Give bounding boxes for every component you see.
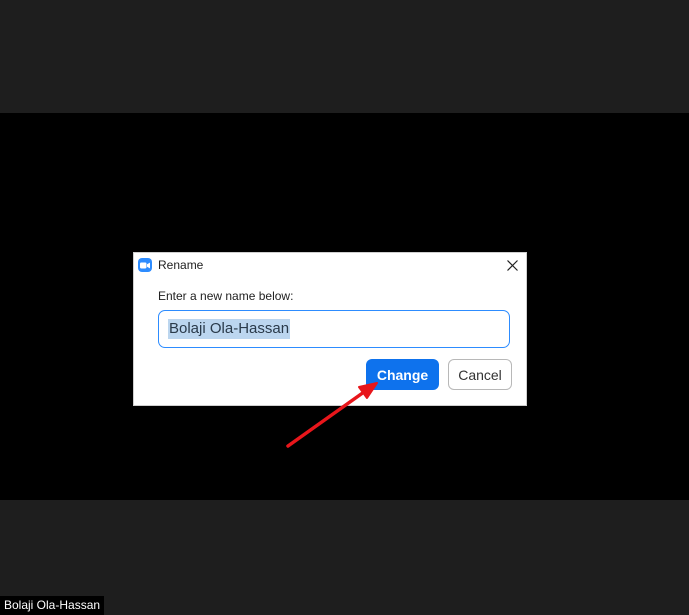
close-icon [506, 259, 518, 271]
name-input-value: Bolaji Ola-Hassan [168, 319, 291, 339]
dialog-titlebar: Rename [134, 253, 526, 277]
rename-prompt-label: Enter a new name below: [158, 289, 294, 303]
cancel-button[interactable]: Cancel [448, 359, 512, 390]
participant-name-tag: Bolaji Ola-Hassan [0, 596, 105, 615]
close-button[interactable] [504, 257, 520, 273]
change-button[interactable]: Change [366, 359, 439, 390]
rename-dialog: Rename Enter a new name below: Bolaji Ol… [133, 252, 527, 406]
top-band [0, 0, 689, 113]
zoom-camera-icon [138, 258, 152, 272]
name-input[interactable]: Bolaji Ola-Hassan [158, 310, 510, 348]
dialog-title: Rename [158, 258, 204, 272]
